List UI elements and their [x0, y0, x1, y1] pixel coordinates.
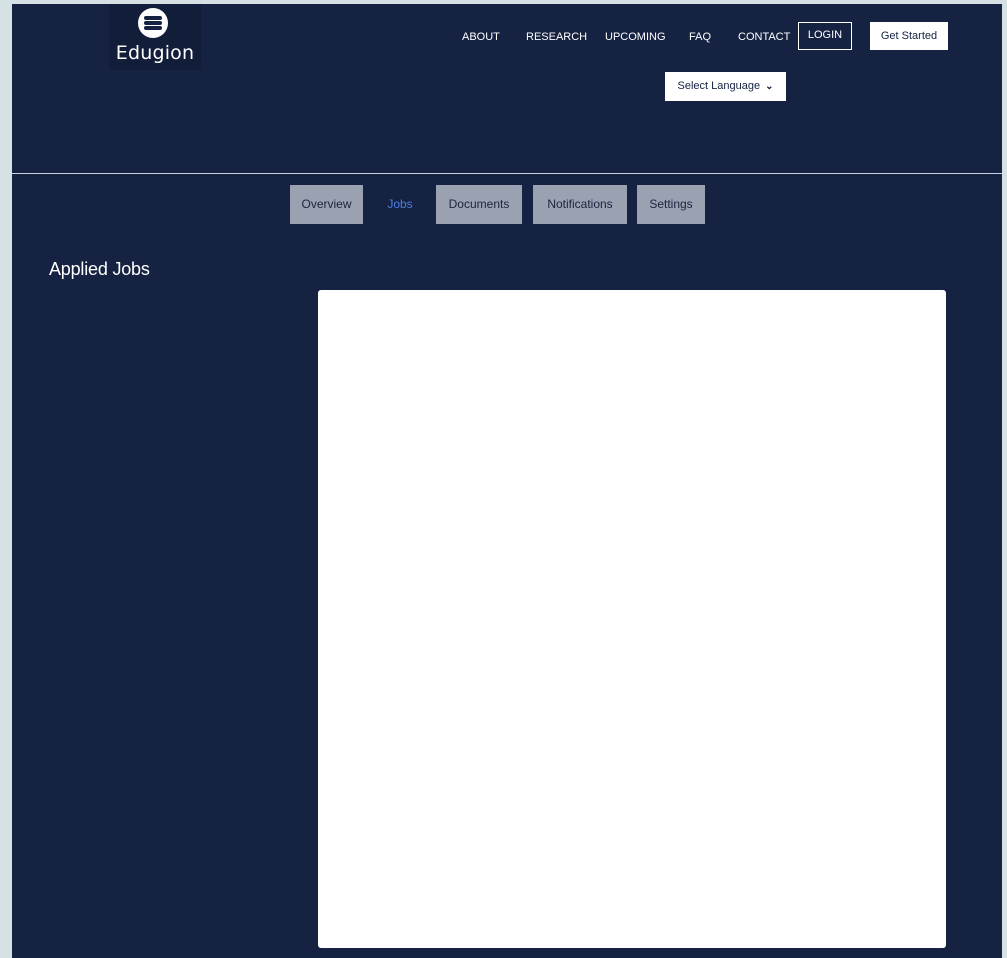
nav-faq-link[interactable]: FAQ	[689, 22, 711, 52]
header-divider	[12, 173, 1002, 174]
tab-notifications[interactable]: Notifications	[533, 185, 627, 224]
tab-jobs[interactable]: Jobs	[375, 185, 425, 224]
login-button[interactable]: LOGIN	[798, 22, 852, 50]
nav-research-link[interactable]: RESEARCH	[526, 22, 587, 52]
page-frame: Edugion ABOUT RESEARCH UPCOMING FAQ CONT…	[12, 4, 1002, 958]
books-stack-icon	[138, 8, 168, 38]
language-select-label: Select Language	[677, 80, 761, 92]
chevron-down-icon: ⌄	[765, 81, 774, 92]
nav-contact-link[interactable]: CONTACT	[738, 22, 790, 52]
nav-upcoming-link[interactable]: UPCOMING	[605, 22, 666, 52]
get-started-button[interactable]: Get Started	[870, 22, 948, 50]
language-select[interactable]: Select Language ⌄	[665, 72, 786, 101]
page-title: Applied Jobs	[49, 259, 150, 279]
applied-jobs-panel	[318, 290, 946, 948]
brand-name: Edugion	[115, 42, 195, 64]
tab-overview[interactable]: Overview	[290, 185, 363, 224]
brand-logo[interactable]: Edugion	[109, 4, 201, 70]
tab-documents[interactable]: Documents	[436, 185, 522, 224]
nav-about-link[interactable]: ABOUT	[462, 22, 500, 52]
tab-settings[interactable]: Settings	[637, 185, 705, 224]
